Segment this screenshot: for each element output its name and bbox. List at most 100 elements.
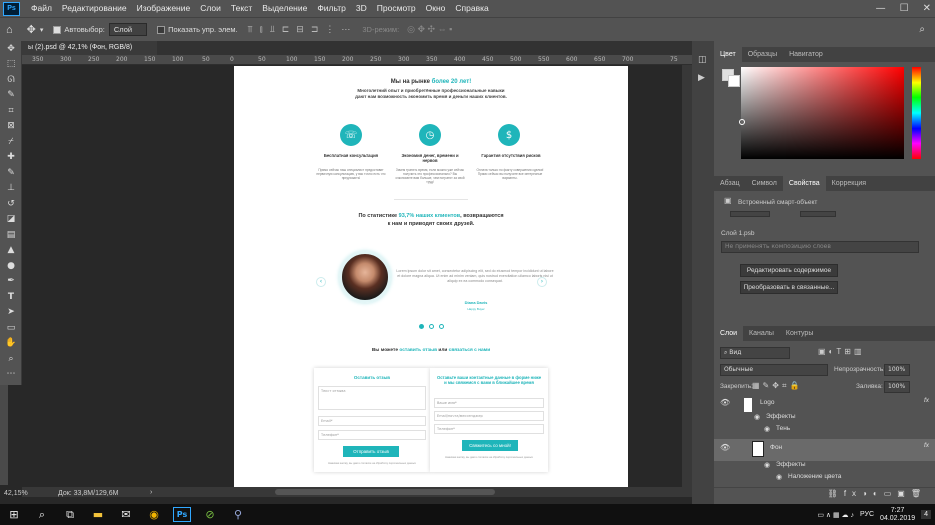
menu-view[interactable]: Просмотр	[372, 0, 421, 17]
app-icon[interactable]: ⊘	[196, 504, 224, 525]
tab-color[interactable]: Цвет	[714, 47, 742, 62]
history-brush-icon[interactable]: ↺	[0, 196, 22, 212]
review-phone-field[interactable]: Телефон*	[318, 430, 426, 440]
menu-type[interactable]: Текст	[226, 0, 257, 17]
search-icon[interactable]: ⌕	[28, 504, 56, 525]
hue-slider[interactable]	[912, 67, 921, 159]
color-picker-handle[interactable]	[739, 119, 745, 125]
menu-select[interactable]: Выделение	[257, 0, 312, 17]
slider-dot[interactable]	[429, 324, 434, 329]
show-controls-checkbox[interactable]	[157, 25, 168, 34]
convert-linked-button[interactable]: Преобразовать в связанные...	[740, 281, 838, 294]
menu-filter[interactable]: Фильтр	[312, 0, 351, 17]
contact-me-button[interactable]: Свяжитесь со мной!	[462, 440, 518, 451]
document-canvas[interactable]: Мы на рынке более 20 лет! Многолетний оп…	[234, 66, 628, 488]
chrome-icon[interactable]: ◉	[140, 504, 168, 525]
tab-paths[interactable]: Контуры	[780, 326, 819, 341]
eye-icon[interactable]: 👁	[720, 443, 730, 452]
home-icon[interactable]: ⌂	[6, 24, 13, 36]
eye-icon[interactable]: 👁	[720, 398, 730, 407]
menu-layers[interactable]: Слои	[195, 0, 226, 17]
tab-properties[interactable]: Свойства	[782, 176, 826, 191]
layer-effect-row[interactable]: ◉ Тень	[714, 425, 935, 437]
review-text-field[interactable]: Текст отзыва	[318, 386, 426, 410]
app-icon[interactable]: ⚲	[224, 504, 252, 525]
slider-prev-icon[interactable]: ‹	[316, 277, 326, 287]
review-email-field[interactable]: Email*	[318, 416, 426, 426]
autoselect-select[interactable]: Слой	[108, 23, 148, 36]
width-field[interactable]	[730, 211, 770, 217]
frame-tool-icon[interactable]: ⊠	[0, 119, 22, 135]
blend-mode-select[interactable]: Обычные	[720, 364, 828, 376]
history-panel-icon[interactable]: ◫	[698, 55, 707, 65]
zoom-tool-icon[interactable]: ⌕	[0, 351, 22, 367]
lock-icons[interactable]: ▦✎✥⌗🔒	[752, 381, 802, 391]
menu-file[interactable]: Файл	[26, 0, 57, 17]
eraser-icon[interactable]: ◪	[0, 212, 22, 228]
search-icon[interactable]: ⌕	[919, 24, 925, 35]
layer-effects-row[interactable]: ◉ Эффекты	[714, 413, 935, 425]
photoshop-taskbar-icon[interactable]: Ps	[173, 507, 191, 522]
zoom-level[interactable]: 42,15%	[4, 490, 28, 497]
align-right-icon[interactable]: ⊐	[311, 24, 319, 35]
tray-icons[interactable]: ▭ ∧ ▦ ☁ ♪	[817, 511, 854, 519]
hand-tool-icon[interactable]: ✋	[0, 336, 22, 352]
slider-dot[interactable]	[439, 324, 444, 329]
dodge-icon[interactable]: ●	[0, 258, 22, 274]
document-tab[interactable]: ы (2).psd @ 42,1% (Фон, RGB/8)	[22, 41, 157, 55]
effect-eye-icon[interactable]: ◉	[764, 461, 770, 469]
mail-icon[interactable]: ✉	[112, 504, 140, 525]
rectangle-tool-icon[interactable]: ▭	[0, 320, 22, 336]
effect-eye-icon[interactable]: ◉	[764, 425, 770, 433]
tab-paragraph[interactable]: Абзац	[714, 176, 746, 191]
crop-tool-icon[interactable]: ⌗	[0, 103, 22, 119]
menu-edit[interactable]: Редактирование	[57, 0, 132, 17]
gradient-icon[interactable]: ▤	[0, 227, 22, 243]
align-bottom-icon[interactable]: ⫫	[270, 24, 275, 35]
quick-select-icon[interactable]: ✎	[0, 88, 22, 104]
layer-row-selected[interactable]: 👁 Фон fx	[714, 439, 935, 461]
3d-orbit-icon[interactable]: ◎ ✥ ✣ ⇔ ▪	[407, 24, 452, 35]
heal-tool-icon[interactable]: ✚	[0, 150, 22, 166]
slider-dot-active[interactable]	[419, 324, 424, 329]
tab-channels[interactable]: Каналы	[743, 326, 780, 341]
align-hcenter-icon[interactable]: ⊟	[296, 24, 304, 35]
eyedropper-icon[interactable]: ⌿	[0, 134, 22, 150]
height-field[interactable]	[800, 211, 836, 217]
explorer-icon[interactable]: ▬	[84, 504, 112, 525]
lasso-tool-icon[interactable]: ᘏ	[0, 72, 22, 88]
tab-layers[interactable]: Слои	[714, 326, 744, 341]
menu-image[interactable]: Изображение	[132, 0, 196, 17]
move-tool-icon[interactable]: ✥	[0, 41, 22, 57]
minimize-icon[interactable]: —	[876, 0, 886, 17]
language-indicator[interactable]: РУС	[860, 511, 874, 518]
fill-field[interactable]: 100%	[884, 381, 910, 393]
contact-name-field[interactable]: Ваше имя*	[434, 398, 544, 408]
send-review-button[interactable]: Отправить отзыв	[343, 446, 399, 457]
fx-icon[interactable]: fx	[924, 397, 929, 404]
layer-name[interactable]: Фон	[770, 444, 782, 451]
tab-navigator[interactable]: Навигатор	[783, 47, 829, 62]
pen-tool-icon[interactable]: ✒	[0, 274, 22, 290]
windows-start-icon[interactable]: ⊞	[0, 504, 28, 525]
layer-effect-row[interactable]: ◉ Наложение цвета	[714, 473, 935, 485]
more-tools-icon[interactable]: ⋯	[0, 367, 22, 383]
layer-effects-row[interactable]: ◉ Эффекты	[714, 461, 935, 473]
notification-badge[interactable]: 4	[921, 510, 931, 519]
layer-actions-icons[interactable]: ⛓fx◑◐▭▣🗑	[828, 489, 927, 498]
scroll-thumb[interactable]	[275, 489, 495, 495]
contact-phone-field[interactable]: Телефон*	[434, 424, 544, 434]
layer-filter-select[interactable]: ⌕ Вид	[720, 347, 790, 359]
path-select-icon[interactable]: ➤	[0, 305, 22, 321]
align-vcenter-icon[interactable]: ⫾	[260, 24, 263, 35]
cta-link[interactable]: связаться с нами	[449, 348, 491, 353]
brush-tool-icon[interactable]: ✎	[0, 165, 22, 181]
effect-eye-icon[interactable]: ◉	[776, 473, 782, 481]
cta-link[interactable]: оставить отзыв	[399, 348, 437, 353]
layer-filter-icons[interactable]: ▣◐T⊞▥	[818, 347, 865, 356]
tab-adjustments[interactable]: Коррекция	[826, 176, 872, 191]
fx-icon[interactable]: fx	[924, 442, 929, 449]
tab-swatches[interactable]: Образцы	[742, 47, 783, 62]
align-left-icon[interactable]: ⊏	[282, 24, 290, 35]
menu-3d[interactable]: 3D	[351, 0, 372, 17]
